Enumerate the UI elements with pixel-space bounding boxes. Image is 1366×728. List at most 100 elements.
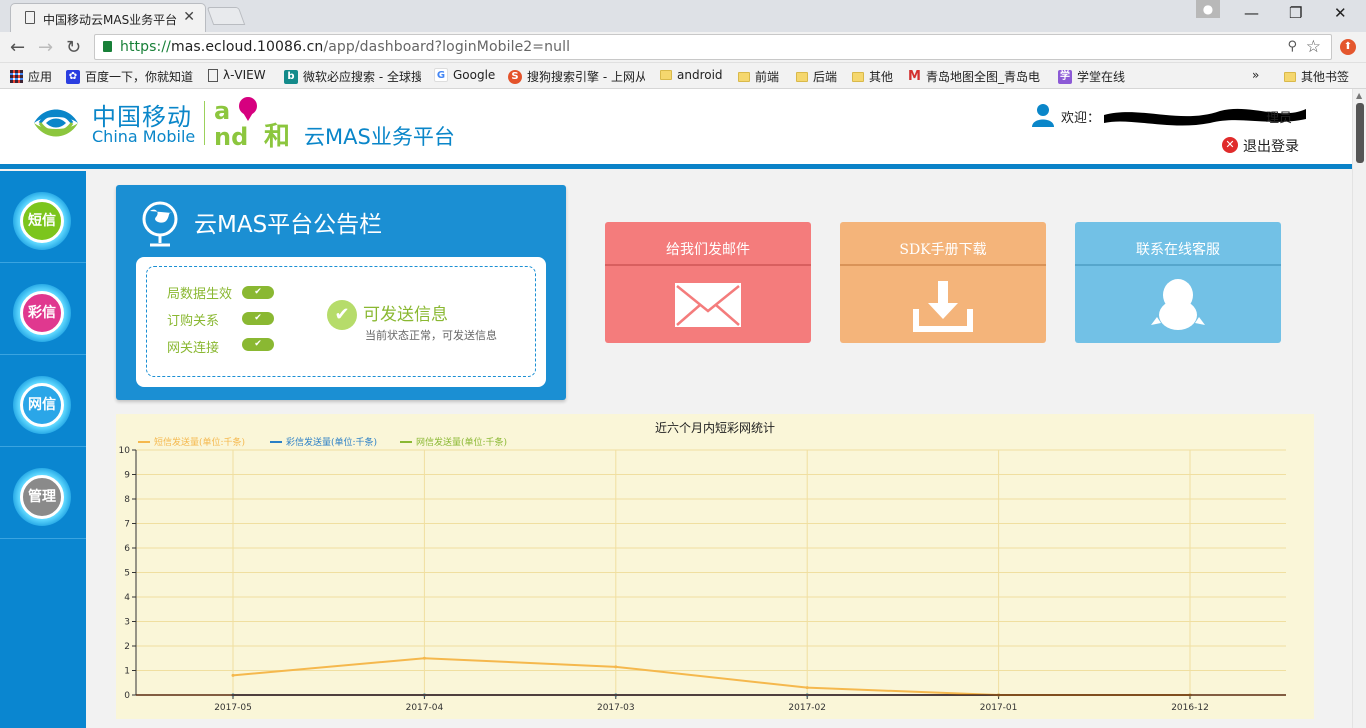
data-point [614,665,618,669]
folder-icon [796,71,808,82]
y-tick-label: 10 [119,446,131,456]
email-us-button[interactable]: 给我们发邮件 [605,222,811,343]
bookmark-folder-backend[interactable]: 后端 [796,68,837,85]
welcome-label: 欢迎： [1061,111,1101,126]
folder-icon [738,71,750,82]
notice-dashed-frame: 局数据生效 ✔ 订购关系 ✔ 网关连接 ✔ ✔ 可发送信息 当前状态正常，可发送… [146,266,536,377]
maximize-icon[interactable]: ❐ [1289,4,1302,22]
logout-link[interactable]: 退出登录 [1243,136,1299,156]
line-chart: 0 1 2 3 4 5 6 7 8 9 10 2017-05 2017-04 2017-03 2017-02… [119,446,1286,713]
online-support-button[interactable]: 联系在线客服 [1075,222,1281,343]
action-label: SDK手册下载 [899,242,987,258]
action-label: 给我们发邮件 [666,242,750,258]
svg-text:nd: nd [214,123,248,149]
folder-icon [660,70,672,80]
sdk-download-button[interactable]: SDK手册下载 [840,222,1046,343]
browser-tab[interactable]: 中国移动云MAS业务平台 ✕ [10,3,206,32]
y-tick-label: 8 [124,495,130,505]
sidebar-item-label: 彩信 [20,291,64,335]
new-tab-button[interactable] [206,7,246,25]
profile-icon[interactable]: ● [1196,0,1220,18]
and-logo-icon: a nd 和 [214,97,290,149]
sidebar-item-label: 管理 [20,475,64,519]
bookmark-star-icon[interactable]: ☆ [1306,37,1321,57]
page-icon [208,68,218,82]
key-icon[interactable]: ⚲ [1287,39,1297,54]
tab-title: 中国移动云MAS业务平台 [43,13,178,27]
sidebar-item-sms[interactable]: 短信 [0,171,86,263]
back-icon[interactable]: ← [10,37,25,58]
bookmark-sogou[interactable]: S 搜狗搜索引擎 - 上网从 [508,68,645,85]
y-tick-label: 2 [124,642,130,652]
page-content: 中国移动 China Mobile a nd 和 云MAS业务平台 欢迎： 理员… [0,89,1352,728]
svg-text:a: a [214,97,230,125]
platform-title: 云MAS业务平台 [304,125,455,149]
sidebar-item-mms[interactable]: 彩信 [0,263,86,355]
brand-name-en: China Mobile [92,127,196,146]
y-tick-label: 7 [124,520,130,530]
bookmarks-bar: 应用 ✿ 百度一下，你就知道 λ-VIEW b 微软必应搜索 - 全球搜 G G… [0,63,1366,89]
svg-text:和: 和 [264,122,290,149]
scrollbar-thumb[interactable] [1356,103,1364,163]
series-line-0 [232,657,1190,696]
user-icon [1032,104,1054,127]
site-header: 中国移动 China Mobile a nd 和 云MAS业务平台 欢迎： 理员… [0,89,1352,169]
sidebar: 短信 彩信 网信 管理 [0,171,86,728]
address-bar[interactable]: https://mas.ecloud.10086.cn/app/dashboar… [94,34,1332,60]
action-divider [1075,264,1281,266]
ok-subtitle: 当前状态正常，可发送信息 [365,329,497,342]
header-divider [204,101,205,145]
globe-icon [142,201,178,247]
ok-title: 可发送信息 [363,305,448,325]
bookmark-apps[interactable]: 应用 [10,68,52,85]
bookmark-folder-other[interactable]: 其他 [852,68,893,85]
xuetang-icon: 学 [1058,69,1072,84]
role-label: 理员 [1266,111,1293,126]
baidu-paw-icon: ✿ [66,69,80,84]
map-m-icon: M [908,69,921,84]
sidebar-item-ring: 彩信 [13,284,71,342]
notice-status-panel: 局数据生效 ✔ 订购关系 ✔ 网关连接 ✔ ✔ 可发送信息 当前状态正常，可发送… [136,257,546,387]
bing-icon: b [284,69,298,84]
ok-check-icon: ✔ [327,300,357,330]
bookmark-folder-android[interactable]: android [660,68,723,82]
bookmark-baidu[interactable]: ✿ 百度一下，你就知道 [66,68,193,85]
sidebar-item-manage[interactable]: 管理 [0,447,86,539]
forward-icon[interactable]: → [38,37,53,58]
y-tick-label: 1 [124,667,130,677]
envelope-icon [675,283,741,327]
sidebar-item-ring: 管理 [13,468,71,526]
bookmark-folder-frontend[interactable]: 前端 [738,68,779,85]
bookmark-google[interactable]: G Google [434,68,495,82]
bookmark-bing[interactable]: b 微软必应搜索 - 全球搜 [284,68,421,85]
sidebar-item-net-message[interactable]: 网信 [0,355,86,447]
extension-icon[interactable]: ⬆ [1340,39,1356,55]
bookmark-lambda-view[interactable]: λ-VIEW [208,68,266,82]
url-text: https://mas.ecloud.10086.cn/app/dashboar… [120,39,571,55]
sogou-icon: S [508,69,522,84]
page-scrollbar[interactable]: ▲ [1352,89,1366,728]
close-icon[interactable]: ✕ [183,9,195,25]
browser-tab-strip: 中国移动云MAS业务平台 ✕ ● — ❐ ✕ [0,0,1366,32]
minimize-icon[interactable]: — [1244,4,1259,22]
bookmarks-overflow-button[interactable]: » [1252,68,1259,82]
bookmark-xuetang[interactable]: 学 学堂在线 [1058,68,1125,85]
bookmark-qingdao-map[interactable]: M 青岛地图全图_青岛电 [908,68,1040,85]
status-label: 订购关系 [167,314,220,329]
folder-icon [852,71,864,82]
notice-title: 云MAS平台公告栏 [194,212,383,238]
scroll-up-icon[interactable]: ▲ [1356,91,1362,100]
window-close-icon[interactable]: ✕ [1334,4,1347,22]
browser-toolbar: ← → ↻ https://mas.ecloud.10086.cn/app/da… [0,32,1366,63]
reload-icon[interactable]: ↻ [66,37,81,58]
folder-icon [1284,71,1296,82]
y-tick-label: 3 [124,618,130,628]
check-icon: ✔ [242,312,274,325]
x-tick-label: 2017-01 [980,703,1018,713]
status-label: 局数据生效 [167,287,233,302]
x-tick-label: 2017-02 [788,703,826,713]
check-icon: ✔ [242,286,274,299]
x-tick-label: 2017-03 [597,703,635,713]
bookmark-folder-other-bookmarks[interactable]: 其他书签 [1284,68,1349,85]
logout-icon[interactable]: ✕ [1222,137,1238,153]
